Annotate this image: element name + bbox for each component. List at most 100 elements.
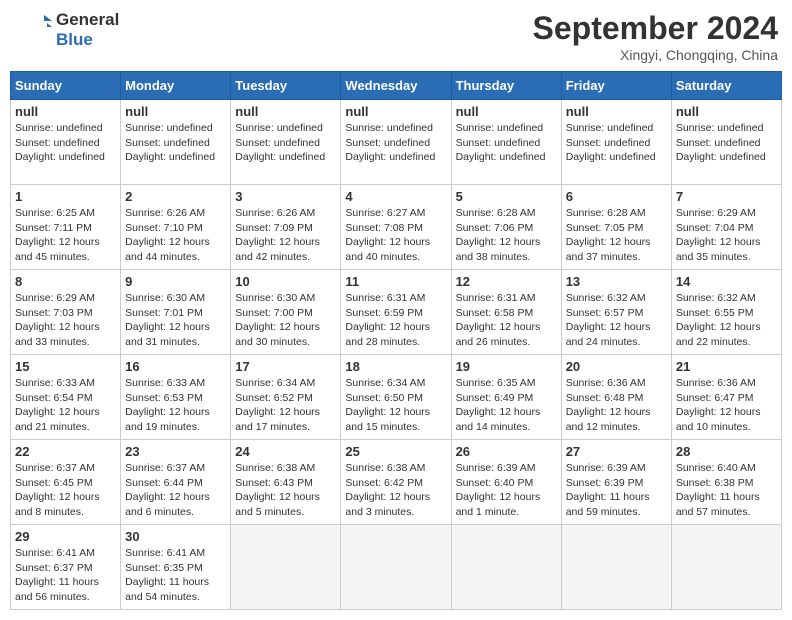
day-number: null [125,104,226,119]
table-row: null Sunrise: undefined Sunset: undefine… [11,100,121,185]
table-row: 11 Sunrise: 6:31 AM Sunset: 6:59 PM Dayl… [341,270,451,355]
table-row: 5 Sunrise: 6:28 AM Sunset: 7:06 PM Dayli… [451,185,561,270]
sunset-label: Sunset: 6:54 PM [15,392,93,404]
sunrise-label: Sunrise: 6:38 AM [235,462,315,474]
sunset-label: Sunset: 7:03 PM [15,307,93,319]
day-number: 12 [456,274,557,289]
day-info: Sunrise: 6:39 AM Sunset: 6:39 PM Dayligh… [566,461,667,520]
day-number: 30 [125,529,226,544]
daylight-label: Daylight: 12 hours and 38 minutes. [456,236,541,263]
sunrise-label: Sunrise: undefined [566,122,654,134]
day-info: Sunrise: 6:35 AM Sunset: 6:49 PM Dayligh… [456,376,557,435]
table-row [671,525,781,610]
calendar-week-row: 1 Sunrise: 6:25 AM Sunset: 7:11 PM Dayli… [11,185,782,270]
day-number: 18 [345,359,446,374]
day-number: 7 [676,189,777,204]
sunrise-label: Sunrise: 6:36 AM [676,377,756,389]
sunset-label: Sunset: 7:10 PM [125,222,203,234]
table-row: 7 Sunrise: 6:29 AM Sunset: 7:04 PM Dayli… [671,185,781,270]
day-number: null [566,104,667,119]
table-row: 22 Sunrise: 6:37 AM Sunset: 6:45 PM Dayl… [11,440,121,525]
calendar-header-row: Sunday Monday Tuesday Wednesday Thursday… [11,72,782,100]
sunrise-label: Sunrise: 6:31 AM [456,292,536,304]
sunset-label: Sunset: undefined [456,137,541,149]
sunset-label: Sunset: 6:38 PM [676,477,754,489]
table-row: 15 Sunrise: 6:33 AM Sunset: 6:54 PM Dayl… [11,355,121,440]
table-row: 12 Sunrise: 6:31 AM Sunset: 6:58 PM Dayl… [451,270,561,355]
daylight-label: Daylight: 12 hours and 10 minutes. [676,406,761,433]
sunset-label: Sunset: undefined [235,137,320,149]
table-row: 2 Sunrise: 6:26 AM Sunset: 7:10 PM Dayli… [121,185,231,270]
sunrise-label: Sunrise: 6:29 AM [15,292,95,304]
sunrise-label: Sunrise: 6:30 AM [125,292,205,304]
day-info: Sunrise: 6:28 AM Sunset: 7:06 PM Dayligh… [456,206,557,265]
sunrise-label: Sunrise: 6:31 AM [345,292,425,304]
sunrise-label: Sunrise: 6:38 AM [345,462,425,474]
table-row: 4 Sunrise: 6:27 AM Sunset: 7:08 PM Dayli… [341,185,451,270]
sunset-label: Sunset: 6:55 PM [676,307,754,319]
day-number: 6 [566,189,667,204]
col-wednesday: Wednesday [341,72,451,100]
sunrise-label: Sunrise: 6:39 AM [456,462,536,474]
day-info: Sunrise: 6:36 AM Sunset: 6:47 PM Dayligh… [676,376,777,435]
table-row: 19 Sunrise: 6:35 AM Sunset: 6:49 PM Dayl… [451,355,561,440]
sunrise-label: Sunrise: 6:26 AM [235,207,315,219]
table-row: 26 Sunrise: 6:39 AM Sunset: 6:40 PM Dayl… [451,440,561,525]
day-number: 26 [456,444,557,459]
sunset-label: Sunset: undefined [345,137,430,149]
table-row: null Sunrise: undefined Sunset: undefine… [231,100,341,185]
table-row: 14 Sunrise: 6:32 AM Sunset: 6:55 PM Dayl… [671,270,781,355]
day-number: 1 [15,189,116,204]
day-number: 14 [676,274,777,289]
sunrise-label: Sunrise: 6:30 AM [235,292,315,304]
logo-bird-icon [14,11,52,49]
sunset-label: Sunset: 6:47 PM [676,392,754,404]
table-row: 17 Sunrise: 6:34 AM Sunset: 6:52 PM Dayl… [231,355,341,440]
table-row: 23 Sunrise: 6:37 AM Sunset: 6:44 PM Dayl… [121,440,231,525]
calendar-week-row: 29 Sunrise: 6:41 AM Sunset: 6:37 PM Dayl… [11,525,782,610]
day-number: 3 [235,189,336,204]
day-number: 17 [235,359,336,374]
day-number: null [15,104,116,119]
table-row: 18 Sunrise: 6:34 AM Sunset: 6:50 PM Dayl… [341,355,451,440]
sunrise-label: Sunrise: 6:35 AM [456,377,536,389]
day-info: Sunrise: 6:26 AM Sunset: 7:09 PM Dayligh… [235,206,336,265]
daylight-label: Daylight: 11 hours and 56 minutes. [15,576,99,603]
col-tuesday: Tuesday [231,72,341,100]
sunset-label: Sunset: 6:49 PM [456,392,534,404]
daylight-label: Daylight: 12 hours and 24 minutes. [566,321,651,348]
day-number: 11 [345,274,446,289]
table-row [231,525,341,610]
daylight-label: Daylight: 12 hours and 30 minutes. [235,321,320,348]
daylight-label: Daylight: 11 hours and 54 minutes. [125,576,209,603]
day-info: Sunrise: 6:32 AM Sunset: 6:55 PM Dayligh… [676,291,777,350]
sunrise-label: Sunrise: 6:41 AM [125,547,205,559]
sunrise-label: Sunrise: 6:34 AM [235,377,315,389]
daylight-label: Daylight: 11 hours and 57 minutes. [676,491,760,518]
title-area: September 2024 Xingyi, Chongqing, China [533,10,778,63]
sunset-label: Sunset: 6:57 PM [566,307,644,319]
table-row: null Sunrise: undefined Sunset: undefine… [451,100,561,185]
daylight-label: Daylight: 12 hours and 22 minutes. [676,321,761,348]
day-number: 13 [566,274,667,289]
daylight-label: Daylight: undefined [566,151,656,163]
table-row: 28 Sunrise: 6:40 AM Sunset: 6:38 PM Dayl… [671,440,781,525]
sunrise-label: Sunrise: 6:25 AM [15,207,95,219]
sunset-label: Sunset: 6:52 PM [235,392,313,404]
day-number: 29 [15,529,116,544]
day-info: Sunrise: undefined Sunset: undefined Day… [566,121,667,165]
sunset-label: Sunset: 7:04 PM [676,222,754,234]
day-number: 28 [676,444,777,459]
sunrise-label: Sunrise: undefined [456,122,544,134]
table-row [341,525,451,610]
day-number: 10 [235,274,336,289]
daylight-label: Daylight: 12 hours and 44 minutes. [125,236,210,263]
sunrise-label: Sunrise: 6:33 AM [15,377,95,389]
day-info: Sunrise: 6:33 AM Sunset: 6:53 PM Dayligh… [125,376,226,435]
day-info: Sunrise: 6:34 AM Sunset: 6:52 PM Dayligh… [235,376,336,435]
day-info: Sunrise: 6:41 AM Sunset: 6:35 PM Dayligh… [125,546,226,605]
day-number: 20 [566,359,667,374]
sunset-label: Sunset: 6:59 PM [345,307,423,319]
day-info: Sunrise: 6:29 AM Sunset: 7:03 PM Dayligh… [15,291,116,350]
day-number: null [676,104,777,119]
